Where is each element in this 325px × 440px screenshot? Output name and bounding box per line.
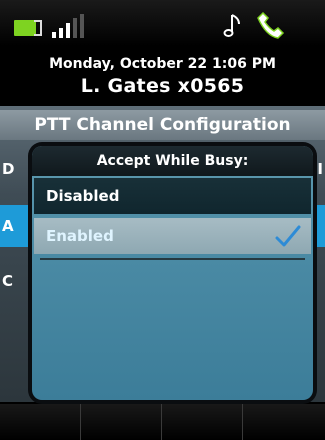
status-bar: [0, 0, 325, 46]
checkmark-icon: [275, 225, 301, 247]
page-title: PTT Channel Configuration: [0, 110, 325, 140]
divider: [40, 258, 305, 260]
battery-outline: [34, 20, 42, 36]
list-item-label: A: [2, 217, 14, 235]
accept-while-busy-dialog: Accept While Busy: Disabled Enabled: [28, 142, 317, 404]
battery-icon: [14, 20, 36, 36]
user-extension: L. Gates x0565: [80, 75, 245, 97]
dialog-title: Accept While Busy:: [32, 146, 313, 176]
softkey-3[interactable]: [162, 404, 243, 440]
option-disabled[interactable]: Disabled: [34, 178, 311, 214]
music-note-icon: [223, 14, 240, 37]
list-item-label: C: [2, 272, 14, 290]
softkey-bar: [0, 404, 325, 440]
softkey-4[interactable]: [243, 404, 325, 440]
option-label: Disabled: [46, 187, 120, 205]
list-item-value: I: [317, 160, 323, 178]
header: Monday, October 22 1:06 PM L. Gates x056…: [0, 56, 325, 104]
date-time: Monday, October 22 1:06 PM: [49, 56, 276, 72]
signal-strength-icon: [50, 14, 90, 38]
softkey-1[interactable]: [0, 404, 81, 440]
option-enabled[interactable]: Enabled: [34, 218, 311, 254]
option-label: Enabled: [46, 227, 114, 245]
list-item-label: D: [2, 160, 15, 178]
softkey-2[interactable]: [81, 404, 162, 440]
phone-handset-icon: [257, 11, 285, 39]
dialog-body: Accept While Busy: Disabled Enabled: [32, 146, 313, 400]
